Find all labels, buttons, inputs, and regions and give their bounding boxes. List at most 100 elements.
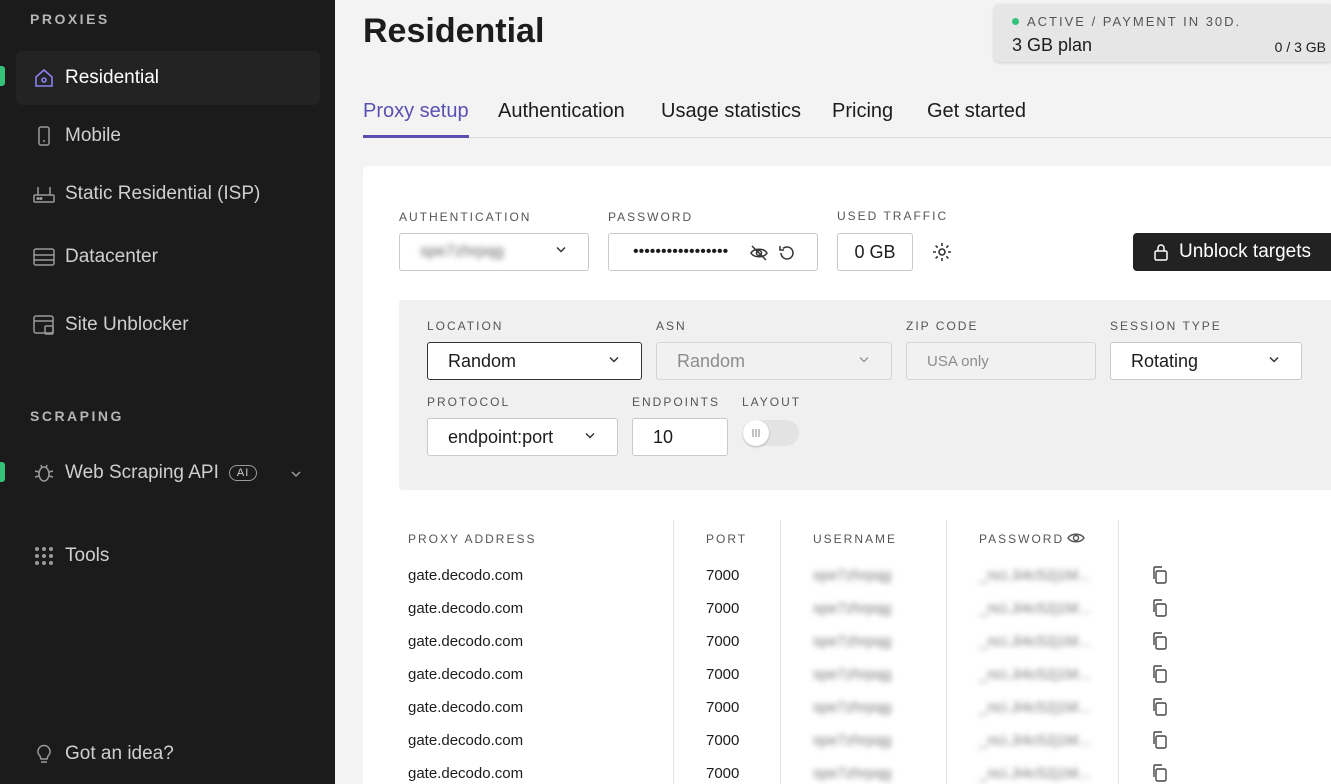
sidebar-item-site-unblocker[interactable]: Site Unblocker	[16, 298, 320, 352]
copy-icon[interactable]	[1151, 763, 1169, 784]
chevron-down-icon	[1267, 351, 1281, 372]
password-cell[interactable]: _nci.Ji4c52j1M...	[979, 600, 1091, 617]
username-cell[interactable]: spe7zhrpqg	[813, 666, 891, 683]
port-cell[interactable]: 7000	[706, 699, 739, 716]
proxy-address-cell[interactable]: gate.decodo.com	[408, 699, 523, 716]
proxy-address-cell[interactable]: gate.decodo.com	[408, 765, 523, 782]
refresh-icon[interactable]	[777, 243, 797, 268]
authentication-select[interactable]: spe7zhrpqg	[399, 233, 589, 271]
chevron-down-icon	[583, 427, 597, 448]
sidebar-item-label: Static Residential (ISP)	[65, 183, 261, 204]
proxy-setup-panel: AUTHENTICATION spe7zhrpqg PASSWORD •••••…	[363, 166, 1331, 784]
tab-bar: Proxy setup Authentication Usage statist…	[363, 100, 1331, 138]
tab-get-started[interactable]: Get started	[927, 100, 1026, 138]
copy-icon[interactable]	[1151, 565, 1169, 590]
proxy-address-cell[interactable]: gate.decodo.com	[408, 633, 523, 650]
username-cell[interactable]: spe7zhrpqg	[813, 600, 891, 617]
password-cell[interactable]: _nci.Ji4c52j1M...	[979, 732, 1091, 749]
gear-icon[interactable]	[931, 241, 953, 268]
sidebar-item-web-scraping-api[interactable]: Web Scraping API AI	[16, 446, 320, 500]
port-cell[interactable]: 7000	[706, 633, 739, 650]
unblock-targets-label: Unblock targets	[1179, 241, 1312, 262]
password-cell[interactable]: _nci.Ji4c52j1M...	[979, 666, 1091, 683]
plan-card[interactable]: ACTIVE / PAYMENT IN 30D. 3 GB plan 0 / 3…	[994, 4, 1331, 62]
tab-pricing[interactable]: Pricing	[832, 100, 893, 138]
server-icon	[33, 246, 55, 268]
sidebar-item-label: Datacenter	[65, 246, 158, 267]
plan-status: ACTIVE / PAYMENT IN 30D.	[1012, 14, 1241, 29]
proxy-address-cell[interactable]: gate.decodo.com	[408, 600, 523, 617]
password-cell[interactable]: _nci.Ji4c52j1M...	[979, 765, 1091, 782]
table-row: gate.decodo.com 7000 spe7zhrpqg _nci.Ji4c52…	[363, 598, 1331, 633]
chevron-down-icon	[607, 351, 621, 372]
password-cell[interactable]: _nci.Ji4c52j1M...	[979, 699, 1091, 716]
table-row: gate.decodo.com 7000 spe7zhrpqg _nci.Ji4c52…	[363, 631, 1331, 666]
port-cell[interactable]: 7000	[706, 600, 739, 617]
password-cell[interactable]: _nci.Ji4c52j1M...	[979, 567, 1091, 584]
section-indicator	[0, 462, 5, 482]
session-type-select[interactable]: Rotating	[1110, 342, 1302, 380]
copy-icon[interactable]	[1151, 730, 1169, 755]
lightbulb-icon	[33, 743, 55, 765]
copy-icon[interactable]	[1151, 664, 1169, 689]
location-select[interactable]: Random	[427, 342, 642, 380]
authentication-label: AUTHENTICATION	[399, 210, 532, 224]
location-value: Random	[448, 350, 517, 371]
port-cell[interactable]: 7000	[706, 666, 739, 683]
port-cell[interactable]: 7000	[706, 567, 739, 584]
endpoints-input[interactable]: 10	[632, 418, 728, 456]
protocol-select[interactable]: endpoint:port	[427, 418, 618, 456]
plan-usage: 0 / 3 GB	[1274, 39, 1326, 55]
proxy-address-cell[interactable]: gate.decodo.com	[408, 732, 523, 749]
sidebar-item-tools[interactable]: Tools	[16, 529, 320, 583]
port-cell[interactable]: 7000	[706, 732, 739, 749]
sidebar-item-got-an-idea[interactable]: Got an idea?	[16, 727, 320, 781]
password-cell[interactable]: _nci.Ji4c52j1M...	[979, 633, 1091, 650]
sidebar-item-datacenter[interactable]: Datacenter	[16, 230, 320, 284]
location-label: LOCATION	[427, 319, 504, 333]
copy-icon[interactable]	[1151, 631, 1169, 656]
proxy-address-cell[interactable]: gate.decodo.com	[408, 666, 523, 683]
column-header-password: PASSWORD	[979, 532, 1065, 546]
zip-code-label: ZIP CODE	[906, 319, 979, 333]
sidebar-item-mobile[interactable]: Mobile	[16, 109, 320, 163]
asn-label: ASN	[656, 319, 687, 333]
asn-select[interactable]: Random	[656, 342, 892, 380]
plan-status-text: ACTIVE / PAYMENT IN 30D.	[1027, 14, 1242, 29]
sidebar-item-residential[interactable]: Residential	[16, 51, 320, 105]
session-type-value: Rotating	[1131, 350, 1199, 371]
table-row: gate.decodo.com 7000 spe7zhrpqg _nci.Ji4c52…	[363, 697, 1331, 732]
username-cell[interactable]: spe7zhrpqg	[813, 765, 891, 782]
copy-icon[interactable]	[1151, 697, 1169, 722]
unblock-targets-button[interactable]: Unblock targets	[1133, 233, 1331, 271]
authentication-value: spe7zhrpqg	[420, 243, 504, 260]
column-header-port: PORT	[706, 532, 748, 546]
password-field[interactable]: •••••••••••••••••	[608, 233, 818, 271]
table-row: gate.decodo.com 7000 spe7zhrpqg _nci.Ji4c52…	[363, 565, 1331, 600]
eye-icon[interactable]	[1066, 529, 1086, 552]
bug-icon	[33, 462, 55, 484]
mobile-icon	[33, 125, 55, 147]
chevron-down-icon	[857, 351, 871, 372]
username-cell[interactable]: spe7zhrpqg	[813, 633, 891, 650]
username-cell[interactable]: spe7zhrpqg	[813, 732, 891, 749]
copy-icon[interactable]	[1151, 598, 1169, 623]
layout-toggle[interactable]	[743, 420, 799, 446]
username-cell[interactable]: spe7zhrpqg	[813, 699, 891, 716]
proxy-address-cell[interactable]: gate.decodo.com	[408, 567, 523, 584]
zip-code-input[interactable]: USA only	[906, 342, 1096, 380]
eye-off-icon[interactable]	[749, 243, 769, 268]
column-header-proxy-address: PROXY ADDRESS	[408, 532, 537, 546]
layout-label: LAYOUT	[742, 395, 802, 409]
endpoints-label: ENDPOINTS	[632, 395, 721, 409]
port-cell[interactable]: 7000	[706, 765, 739, 782]
tab-proxy-setup[interactable]: Proxy setup	[363, 100, 469, 138]
tab-authentication[interactable]: Authentication	[498, 100, 625, 138]
sidebar-item-label: Residential	[65, 67, 159, 88]
lock-icon	[1153, 243, 1169, 261]
username-cell[interactable]: spe7zhrpqg	[813, 567, 891, 584]
page-title: Residential	[363, 12, 545, 50]
sidebar-item-static-residential[interactable]: Static Residential (ISP)	[16, 167, 320, 221]
tab-usage-statistics[interactable]: Usage statistics	[661, 100, 801, 138]
chevron-down-icon[interactable]	[290, 464, 302, 486]
